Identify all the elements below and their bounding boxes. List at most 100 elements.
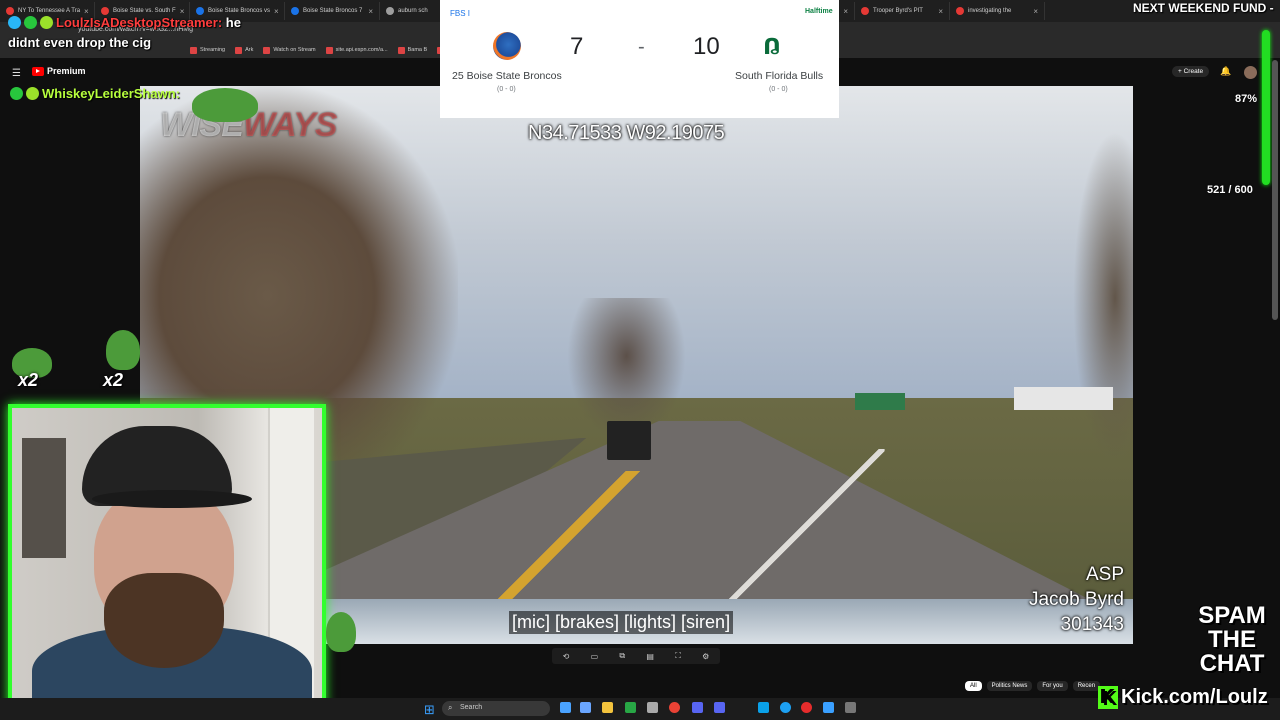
- chat-text: he: [225, 15, 241, 30]
- bookmark-item[interactable]: Watch on Stream: [263, 46, 316, 54]
- tab-title: Trooper Byrd's PIT: [873, 8, 923, 14]
- emote-count: x2: [103, 370, 124, 390]
- kick-url: Kick.com/Loulz: [1121, 686, 1268, 708]
- chat-message: LoulzIsADesktopStreamer: he didnt even d…: [8, 13, 241, 53]
- tab-favicon-icon: [291, 7, 299, 15]
- app-icon[interactable]: [845, 702, 856, 713]
- chat-username: LoulzIsADesktopStreamer:: [56, 15, 223, 30]
- agency-name: ASP: [1085, 564, 1124, 585]
- streamer-beard: [104, 573, 224, 668]
- chat-message: WhiskeyLeiderShawn:: [10, 86, 180, 101]
- search-icon: ⌕: [448, 703, 453, 712]
- chat-badge-icon: [26, 87, 39, 100]
- tab-close-icon[interactable]: ×: [1033, 7, 1038, 16]
- app-icon[interactable]: [758, 702, 769, 713]
- browser-tab[interactable]: Trooper Byrd's PIT ×: [855, 2, 950, 20]
- filter-chip[interactable]: For you: [1037, 681, 1068, 691]
- browser-tab[interactable]: investigating the ×: [950, 2, 1045, 20]
- tab-favicon-icon: [956, 7, 964, 15]
- bookmark-label: site.api.espn.com/a...: [335, 47, 388, 53]
- tab-favicon-icon: [386, 7, 394, 15]
- tab-title: Boise State Broncos 7: [303, 8, 363, 14]
- badge-number: 301343: [1060, 614, 1124, 635]
- obs-icon[interactable]: [801, 702, 812, 713]
- settings-icon[interactable]: ⚙: [702, 652, 709, 661]
- emote-count: x2: [18, 370, 39, 390]
- file-explorer-icon[interactable]: [602, 702, 613, 713]
- pepe-emote-icon: [106, 330, 140, 370]
- screenshot-icon[interactable]: ⧉: [619, 651, 625, 661]
- video-road-sign: [854, 392, 905, 410]
- pip-icon[interactable]: ▭: [591, 652, 599, 661]
- score-team-a: 7: [570, 33, 584, 60]
- webcam-frame: [8, 404, 326, 714]
- loop-icon[interactable]: ⟲: [563, 652, 570, 661]
- tab-close-icon[interactable]: ×: [938, 7, 943, 16]
- kick-logo-icon: K: [1098, 686, 1118, 709]
- kick-banner: K Kick.com/Loulz: [1098, 686, 1268, 709]
- streamer-cap-brim: [92, 490, 252, 508]
- video-caption: [mic] [brakes] [lights] [siren]: [509, 611, 734, 634]
- team-a-name[interactable]: 25 Boise State Broncos: [452, 70, 562, 82]
- filter-chip[interactable]: All: [965, 681, 982, 691]
- player-controls[interactable]: ⟲ ▭ ⧉ ▤ ⛶ ⚙: [552, 648, 720, 664]
- score-team-b: 10: [693, 33, 720, 60]
- chrome-icon[interactable]: [669, 702, 680, 713]
- score-widget[interactable]: FBS I Halftime 7 - 10 ᕡ 25 Boise State B…: [440, 0, 839, 118]
- theater-icon[interactable]: ▤: [646, 652, 654, 661]
- chat-username: WhiskeyLeiderShawn:: [42, 86, 180, 101]
- bookmark-favicon-icon: [397, 46, 405, 54]
- create-button[interactable]: + Create: [1172, 66, 1210, 77]
- bell-icon[interactable]: 🔔: [1220, 66, 1231, 77]
- bookmark-label: Ark: [245, 47, 254, 53]
- video-truck: [606, 420, 652, 460]
- bookmark-item[interactable]: Bama B: [397, 46, 427, 54]
- spam-the-chat-banner: SPAM THE CHAT: [1190, 604, 1274, 676]
- chat-badge-icon: [24, 16, 37, 29]
- spam-word: CHAT: [1199, 650, 1265, 677]
- youtube-play-icon: [32, 66, 44, 76]
- edge-icon[interactable]: [780, 702, 791, 713]
- goal-progress-bar: [1262, 30, 1270, 185]
- team-b-record: (0 - 0): [769, 86, 788, 93]
- video-building: [1013, 387, 1114, 410]
- broncos-logo-icon: [493, 32, 521, 60]
- page-scrollbar[interactable]: [1272, 60, 1278, 320]
- youtube-logo-text: Premium: [47, 66, 86, 76]
- bookmark-favicon-icon: [325, 46, 333, 54]
- account-avatar[interactable]: [1244, 66, 1257, 79]
- taskbar-search[interactable]: ⌕ Search: [442, 701, 550, 716]
- spam-word: THE: [1208, 626, 1256, 653]
- gps-coordinates: N34.71533 W92.19075: [528, 122, 725, 144]
- app-icon[interactable]: [647, 702, 658, 713]
- team-b-name[interactable]: South Florida Bulls: [735, 70, 823, 82]
- tab-close-icon[interactable]: ×: [843, 7, 848, 16]
- score-separator: -: [638, 36, 645, 58]
- windows-taskbar: [0, 698, 1280, 720]
- discord-icon[interactable]: [692, 702, 703, 713]
- browser-tab[interactable]: Boise State Broncos 7 ×: [285, 2, 380, 20]
- windows-start-icon[interactable]: ⊞: [424, 702, 435, 718]
- bookmark-item[interactable]: site.api.espn.com/a...: [325, 46, 388, 54]
- store-icon[interactable]: [580, 702, 591, 713]
- filter-chip[interactable]: Politics News: [986, 681, 1033, 691]
- pepe-emote-icon: [192, 88, 258, 122]
- chat-badge-icon: [10, 87, 23, 100]
- agency-label: ASP Jacob Byrd 301343: [1000, 562, 1124, 637]
- game-status: Halftime: [805, 8, 833, 15]
- pepe-emote-icon: [326, 612, 356, 652]
- notepad-icon[interactable]: [823, 702, 834, 713]
- chat-badge-icon: [8, 16, 21, 29]
- youtube-logo[interactable]: Premium: [32, 66, 86, 76]
- xbox-icon[interactable]: [625, 702, 636, 713]
- fullscreen-icon[interactable]: ⛶: [675, 651, 681, 661]
- discord-icon[interactable]: [714, 702, 725, 713]
- filter-chip[interactable]: Recen: [1072, 681, 1101, 691]
- tab-close-icon[interactable]: ×: [368, 7, 373, 16]
- chat-text: didnt even drop the cig: [8, 35, 152, 50]
- tab-close-icon[interactable]: ×: [274, 7, 279, 16]
- bookmark-label: Watch on Stream: [273, 47, 316, 53]
- steam-icon[interactable]: [560, 702, 571, 713]
- hamburger-icon[interactable]: ☰: [12, 68, 21, 79]
- bulls-logo-icon: ᕡ: [763, 34, 781, 59]
